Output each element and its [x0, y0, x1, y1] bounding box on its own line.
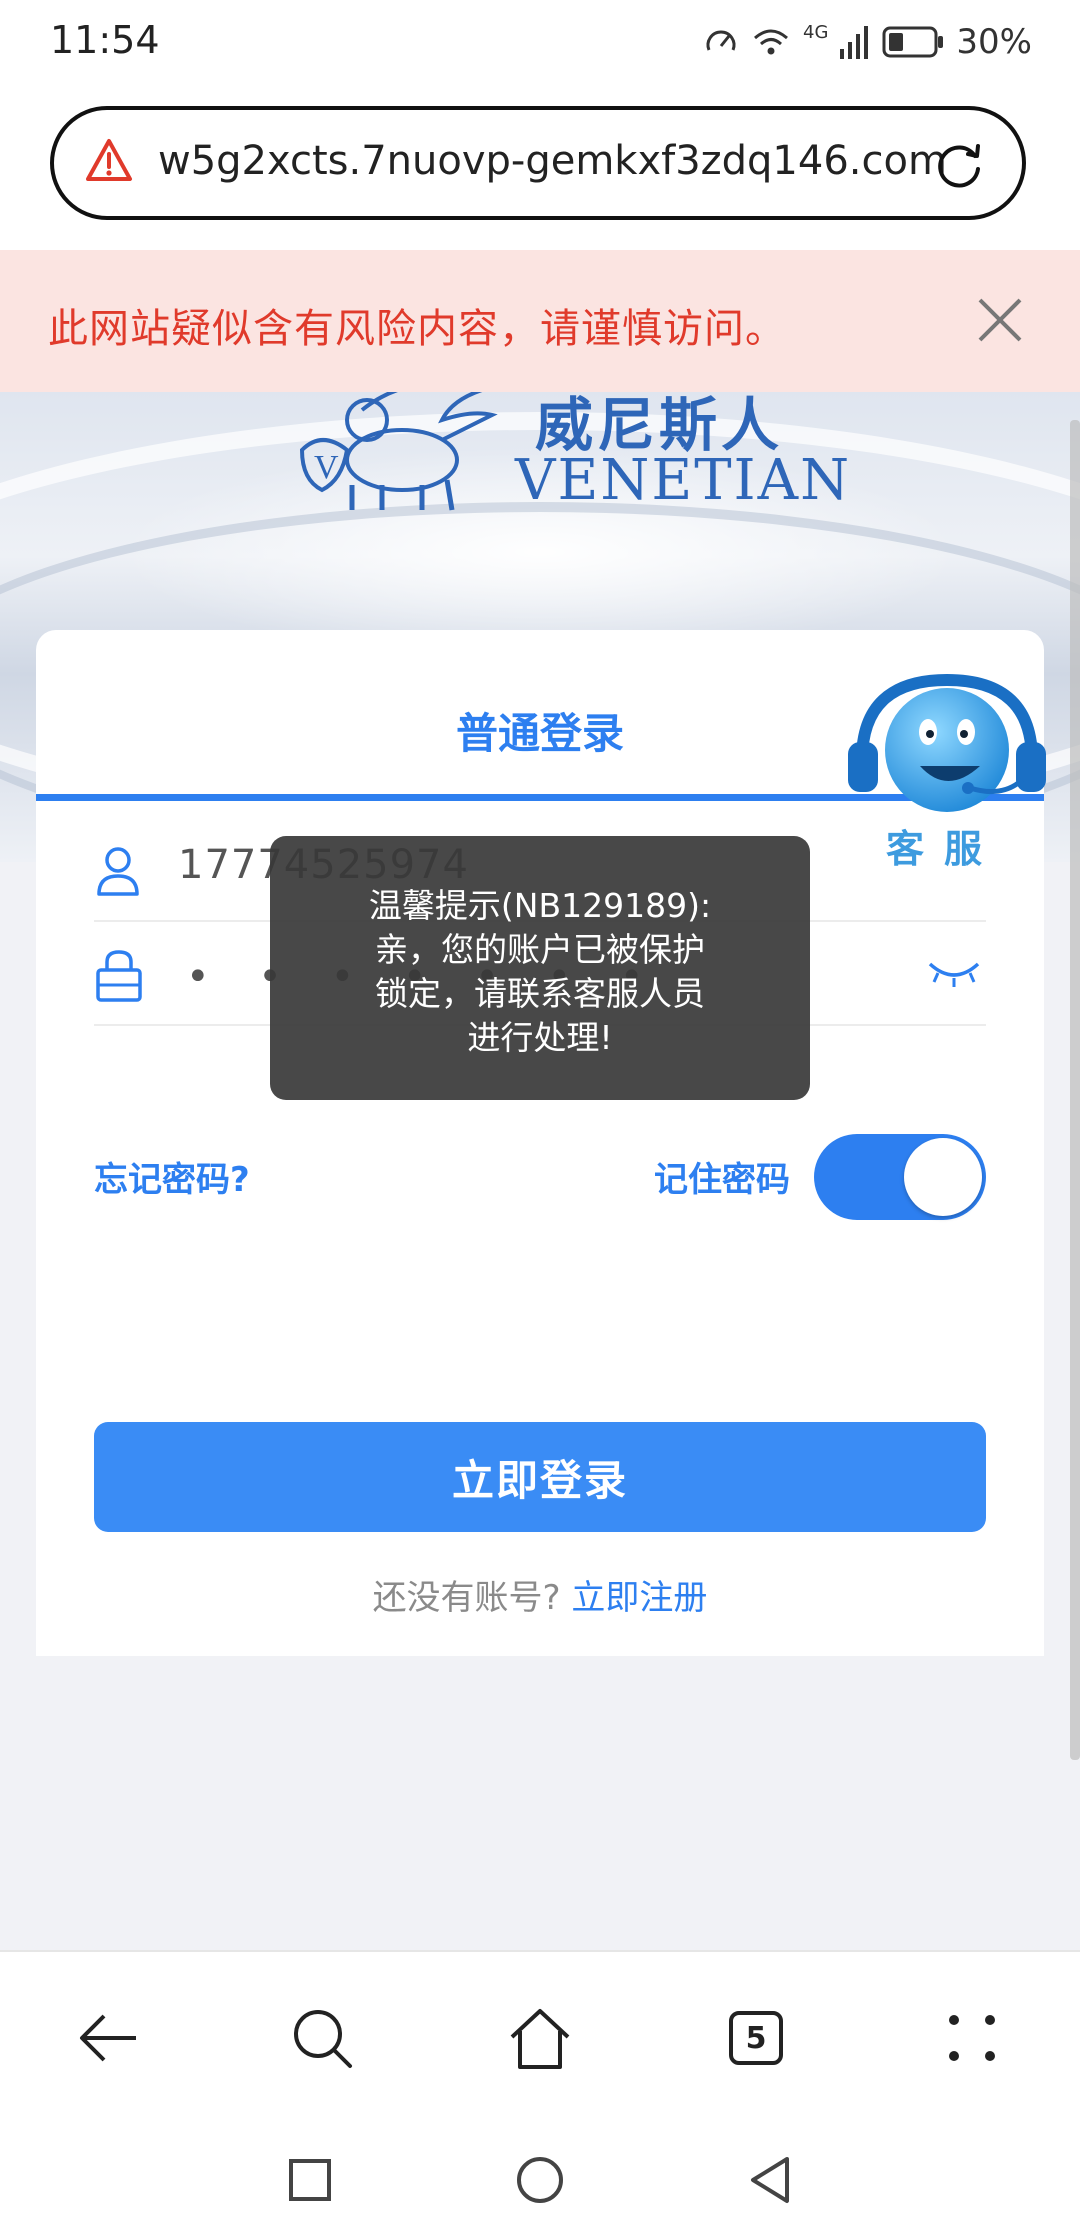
home-button[interactable]	[502, 2000, 578, 2076]
user-icon	[97, 847, 139, 896]
circle-icon	[517, 2157, 563, 2203]
warning-triangle-icon	[86, 139, 132, 181]
system-back-button[interactable]	[742, 2152, 798, 2208]
recents-button[interactable]	[282, 2152, 338, 2208]
search-icon	[294, 2010, 352, 2068]
tabs-button[interactable]: 5	[718, 2000, 794, 2076]
system-navigation-bar	[0, 2120, 1080, 2240]
address-bar[interactable]: w5g2xcts.7nuovp-gemkxf3zdq146.com	[50, 106, 1026, 220]
signal-icon	[840, 26, 869, 59]
tab-count: 5	[729, 2011, 783, 2065]
status-icons: 4G 30%	[703, 18, 1032, 66]
status-bar: 11:54 4G 30%	[0, 0, 1080, 88]
toast-line: 锁定，请联系客服人员	[375, 974, 705, 1013]
winged-lion-logo-icon: V	[299, 392, 498, 511]
close-icon[interactable]	[976, 296, 1024, 344]
toast-line: 亲，您的账户已被保护	[375, 930, 705, 969]
battery-icon	[882, 26, 944, 58]
reload-icon[interactable]	[930, 136, 988, 194]
toggle-knob	[904, 1138, 982, 1216]
remember-password-toggle[interactable]	[814, 1134, 986, 1220]
account-locked-toast: 温馨提示(NB129189): 亲，您的账户已被保护 锁定，请联系客服人员 进行…	[270, 836, 810, 1100]
toast-line: 进行处理!	[467, 1018, 613, 1057]
register-link[interactable]: 立即注册	[571, 1578, 707, 1618]
logo-english-name: VENETIAN	[515, 448, 852, 513]
warning-text: 此网站疑似含有风险内容，请谨慎访问。	[48, 306, 786, 352]
battery-percent: 30%	[956, 22, 1032, 62]
customer-service-label[interactable]: 客服	[886, 818, 1002, 873]
register-line: 还没有账号? 立即注册	[36, 1570, 1044, 1619]
speedometer-icon	[706, 30, 736, 51]
remember-password-label: 记住密码	[654, 1160, 790, 1200]
svg-text:V: V	[314, 449, 339, 486]
network-label: 4G	[803, 21, 829, 43]
risk-warning-banner: 此网站疑似含有风险内容，请谨慎访问。	[0, 250, 1080, 392]
search-button[interactable]	[284, 2000, 360, 2076]
toast-line: 温馨提示(NB129189):	[368, 886, 712, 925]
lock-icon	[96, 950, 142, 1002]
url-text[interactable]: w5g2xcts.7nuovp-gemkxf3zdq146.com	[158, 138, 947, 184]
triangle-back-icon	[751, 2157, 789, 2203]
back-button[interactable]	[70, 2000, 146, 2076]
forgot-password-link[interactable]: 忘记密码?	[94, 1152, 250, 1201]
square-icon	[289, 2159, 331, 2201]
login-button[interactable]: 立即登录	[94, 1422, 986, 1532]
customer-service-avatar-icon	[848, 673, 1046, 812]
eye-closed-icon[interactable]	[926, 956, 982, 990]
menu-dots-icon	[949, 2015, 995, 2061]
page-scrollbar[interactable]	[1070, 420, 1080, 1760]
wifi-icon	[754, 29, 789, 55]
browser-toolbar: 5	[0, 1950, 1080, 2122]
menu-button[interactable]	[934, 2000, 1010, 2076]
home-icon	[510, 2009, 570, 2069]
customer-service-widget[interactable]: 客服	[842, 670, 1052, 873]
no-account-text: 还没有账号?	[372, 1578, 572, 1618]
back-arrow-icon	[80, 2014, 136, 2062]
status-time: 11:54	[50, 18, 160, 62]
system-home-button[interactable]	[512, 2152, 568, 2208]
